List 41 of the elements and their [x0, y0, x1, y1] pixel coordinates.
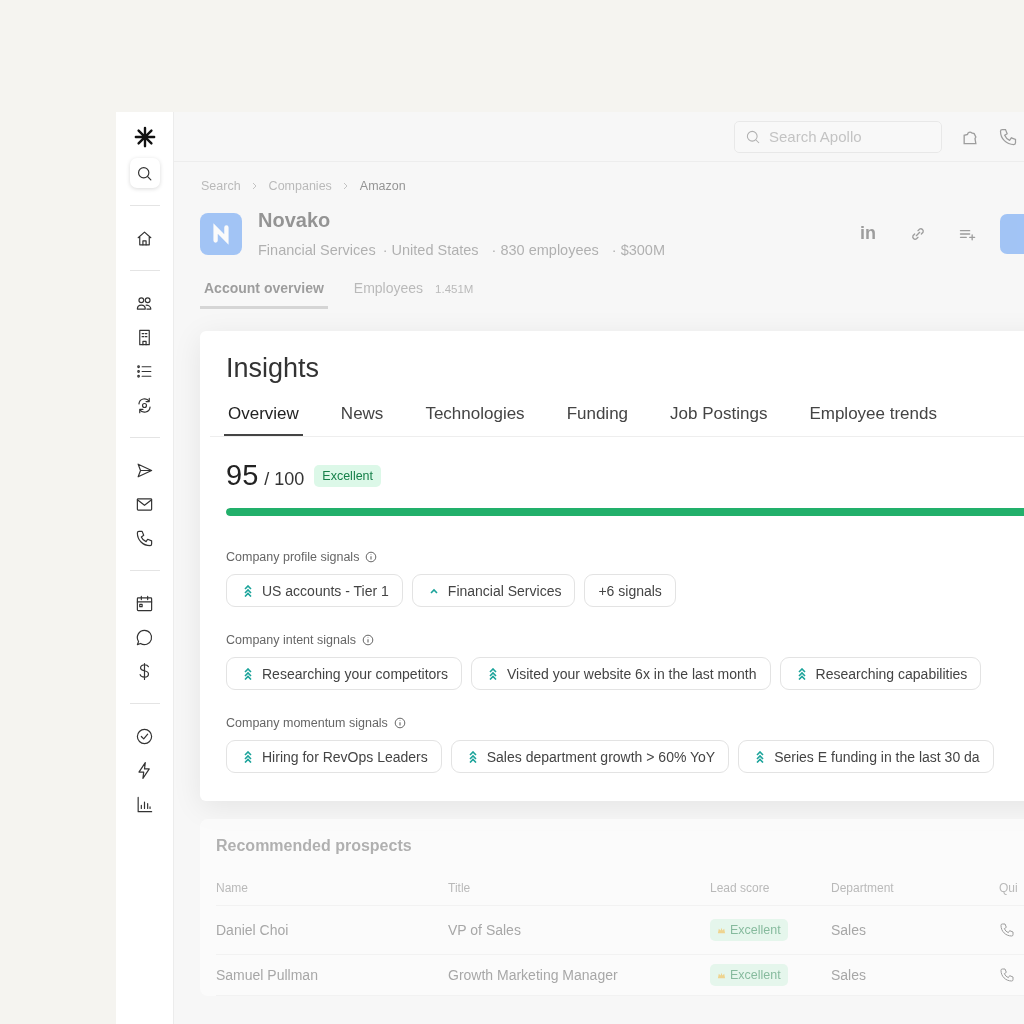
table-cell-text: Growth Marketing Manager: [448, 967, 619, 983]
table-cell-text: Samuel Pullman: [216, 967, 319, 983]
score-value: 95: [226, 459, 259, 492]
section-title: Company intent signals: [226, 633, 356, 647]
insights-tab[interactable]: Overview: [224, 398, 303, 436]
company-name: Novako: [258, 209, 332, 232]
signal-chip[interactable]: Hiring for RevOps Leaders: [226, 740, 442, 773]
insights-tab[interactable]: Job Postings: [666, 398, 772, 436]
insights-tab[interactable]: Employee trends: [805, 398, 941, 436]
signal-chip[interactable]: Researching capabilities: [779, 657, 982, 690]
company-detail: · 830 employees: [491, 242, 599, 258]
section-title: Company momentum signals: [226, 716, 388, 730]
table-cell-text: VP of Sales: [448, 922, 522, 938]
score-max: / 100: [264, 469, 305, 490]
column-header: Name: [216, 881, 249, 895]
insights-tab[interactable]: Funding: [562, 398, 633, 436]
insights-tab[interactable]: News: [336, 398, 388, 436]
column-header: Qui: [999, 881, 1019, 895]
prospects-title: Recommended prospects: [216, 837, 413, 855]
lead-score-badge: Excellent: [710, 964, 788, 986]
rating-badge: Excellent: [314, 464, 382, 487]
signal-chip[interactable]: Financial Services: [411, 574, 576, 607]
section-title: Company profile signals: [226, 550, 360, 564]
signal-chip[interactable]: Series E funding in the last 30 da: [738, 740, 994, 773]
company-detail: · United States: [382, 242, 479, 258]
company-detail: · $300M: [611, 242, 665, 258]
signal-chip[interactable]: Visited your website 6x in the last month: [471, 657, 771, 690]
insights-tab[interactable]: Technologies: [421, 398, 529, 436]
signal-chip[interactable]: +6 signals: [584, 574, 676, 607]
insights-title: Insights: [226, 353, 321, 384]
table-cell-text: Daniel Choi: [216, 922, 290, 938]
column-header: Title: [448, 881, 472, 895]
table-cell-text: Sales: [831, 922, 868, 938]
signal-chip[interactable]: Researching your competitors: [226, 657, 462, 690]
column-header: Lead score: [710, 881, 771, 895]
lead-score-badge: Excellent: [710, 919, 788, 941]
table-cell-text: Sales: [831, 967, 868, 983]
column-header: Department: [831, 881, 895, 895]
signal-chip[interactable]: Sales department growth > 60% YoY: [450, 740, 730, 773]
signal-chip[interactable]: US accounts - Tier 1: [226, 574, 403, 607]
company-detail: Financial Services: [258, 242, 376, 258]
